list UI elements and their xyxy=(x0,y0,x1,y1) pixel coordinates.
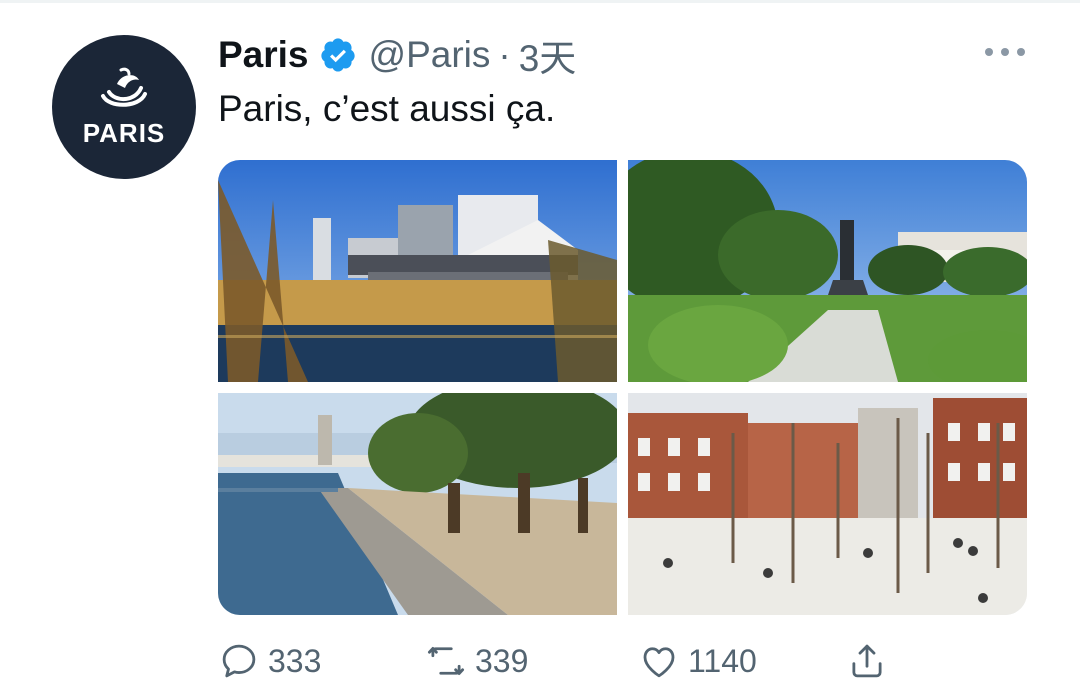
media-grid xyxy=(218,160,1027,615)
tweet-header: Paris @Paris · 3天 xyxy=(218,30,576,80)
heart-icon xyxy=(643,647,675,678)
photo-seine-river[interactable] xyxy=(218,393,617,615)
share-button[interactable] xyxy=(846,638,896,684)
handle[interactable]: @Paris xyxy=(369,34,491,76)
more-dot xyxy=(1017,48,1025,56)
paris-logo-icon xyxy=(101,67,147,107)
tweet-actions: 333 339 1140 xyxy=(218,638,908,684)
verified-badge-icon xyxy=(320,38,355,72)
retweet-count: 339 xyxy=(475,642,529,679)
photo-park-statue[interactable] xyxy=(628,160,1027,382)
avatar[interactable]: PARIS xyxy=(52,35,196,179)
photo-courtyard-trees[interactable] xyxy=(628,393,1027,615)
display-name[interactable]: Paris xyxy=(218,34,309,76)
share-icon xyxy=(852,644,882,678)
tweet-text: Paris, c’est aussi ça. xyxy=(218,88,556,129)
photo-building-reeds[interactable] xyxy=(218,160,617,382)
retweet-icon xyxy=(427,647,465,675)
separator-dot: · xyxy=(498,34,511,75)
more-dot xyxy=(1001,48,1009,56)
reply-count: 333 xyxy=(268,642,322,679)
like-button[interactable]: 1140 xyxy=(638,638,757,684)
top-divider xyxy=(0,0,1080,3)
reply-button[interactable]: 333 xyxy=(218,638,321,684)
retweet-button[interactable]: 339 xyxy=(425,638,528,684)
reply-icon xyxy=(222,644,256,678)
timestamp[interactable]: 3天 xyxy=(519,28,577,82)
like-count: 1140 xyxy=(688,642,757,679)
avatar-label: PARIS xyxy=(82,117,166,148)
more-horizontal-icon[interactable] xyxy=(985,44,1025,60)
more-dot xyxy=(985,48,993,56)
